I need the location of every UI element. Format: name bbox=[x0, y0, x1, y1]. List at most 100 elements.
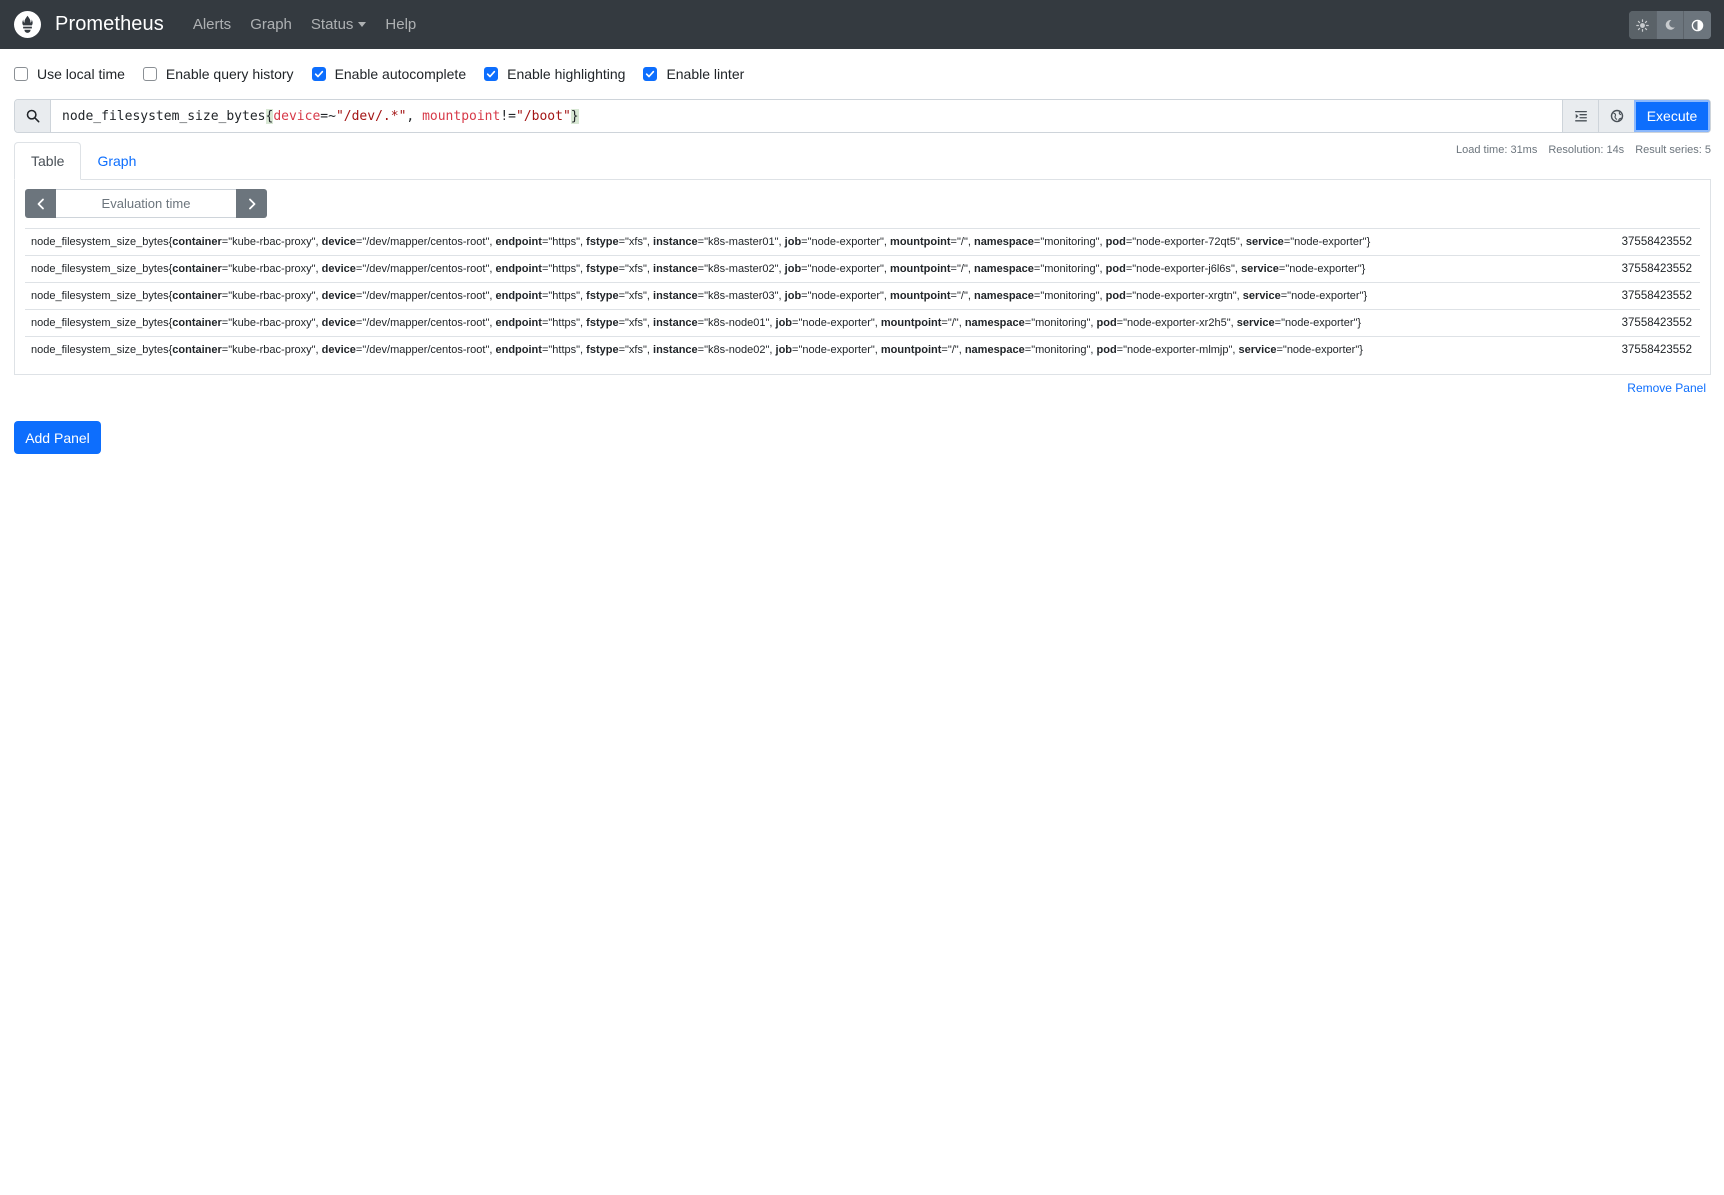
theme-auto-button[interactable] bbox=[1684, 11, 1711, 39]
theme-dark-button[interactable] bbox=[1656, 11, 1685, 39]
label-value: monitoring bbox=[1044, 290, 1096, 302]
tab-table[interactable]: Table bbox=[14, 142, 82, 180]
option-enable-query-history[interactable]: Enable query history bbox=[142, 66, 294, 82]
label-key: pod bbox=[1105, 290, 1126, 302]
series-name: node_filesystem_size_bytes{container="ku… bbox=[31, 236, 1371, 248]
label-value: https bbox=[552, 344, 577, 356]
label-key: container bbox=[172, 290, 222, 302]
option-enable-autocomplete[interactable]: Enable autocomplete bbox=[311, 66, 467, 82]
label-key: container bbox=[172, 236, 222, 248]
nav-dropdown-status[interactable]: Status bbox=[304, 0, 374, 49]
resolution: Resolution: 14s bbox=[1548, 144, 1625, 156]
enable-autocomplete-checkbox[interactable] bbox=[311, 67, 326, 81]
label-value: kube-rbac-proxy bbox=[232, 290, 312, 302]
enable-highlighting-checkbox[interactable] bbox=[484, 67, 499, 81]
label-key: mountpoint bbox=[890, 263, 951, 275]
label-key: job bbox=[784, 290, 802, 302]
label-value: /dev/mapper/centos-root bbox=[366, 263, 486, 275]
evaluation-time-group: Evaluation time bbox=[25, 189, 267, 218]
label-key: container bbox=[172, 344, 222, 356]
label-key: service bbox=[1240, 263, 1279, 275]
result-table: node_filesystem_size_bytes{container="ku… bbox=[25, 228, 1700, 363]
query-label-mountpoint: mountpoint bbox=[422, 108, 501, 124]
label-key: instance bbox=[653, 263, 698, 275]
label-value: xfs bbox=[628, 263, 643, 275]
option-enable-highlighting[interactable]: Enable highlighting bbox=[484, 66, 625, 82]
query-label-device: device bbox=[273, 108, 321, 124]
tab-graph[interactable]: Graph bbox=[81, 142, 152, 180]
label-key: fstype bbox=[586, 263, 619, 275]
table-panel: Evaluation time node_filesystem_size_byt… bbox=[14, 179, 1711, 375]
execute-button[interactable]: Execute bbox=[1634, 100, 1710, 132]
brand[interactable]: Prometheus bbox=[0, 0, 164, 49]
label-key: fstype bbox=[586, 317, 619, 329]
expression-input[interactable]: node_filesystem_size_bytes{device =~ "/dev… bbox=[51, 100, 1562, 132]
series-value: 37558423552 bbox=[1621, 236, 1692, 248]
label-value: k8s-node02 bbox=[708, 344, 766, 356]
label-value: node-exporter bbox=[811, 290, 881, 302]
label-value: k8s-master02 bbox=[708, 263, 775, 275]
series-metric: node_filesystem_size_bytes bbox=[31, 290, 169, 302]
prometheus-logo-icon bbox=[14, 11, 41, 38]
label-value: node-exporter-xr2h5 bbox=[1127, 317, 1227, 329]
table-row: node_filesystem_size_bytes{container="ku… bbox=[25, 228, 1700, 255]
search-icon bbox=[26, 109, 39, 123]
remove-panel-link[interactable]: Remove Panel bbox=[1627, 381, 1706, 395]
label-value: node-exporter bbox=[1289, 263, 1358, 275]
label-key: mountpoint bbox=[880, 344, 942, 356]
theme-light-button[interactable] bbox=[1629, 11, 1657, 39]
label-value: node-exporter-72qt5 bbox=[1136, 236, 1236, 248]
brand-name: Prometheus bbox=[55, 13, 164, 35]
label-key: device bbox=[321, 344, 356, 356]
query-value-mountpoint: "/boot" bbox=[516, 108, 571, 124]
label-key: endpoint bbox=[495, 290, 542, 302]
query-stats: Load time: 31ms Resolution: 14s Result s… bbox=[1445, 144, 1711, 156]
label-key: mountpoint bbox=[890, 290, 951, 302]
label-value: node-exporter bbox=[802, 344, 871, 356]
use-local-time-label: Use local time bbox=[37, 66, 125, 82]
nav-link-alerts[interactable]: Alerts bbox=[186, 0, 238, 49]
label-value: xfs bbox=[628, 317, 643, 329]
enable-autocomplete-label: Enable autocomplete bbox=[334, 66, 467, 82]
query-op-regex: =~ bbox=[320, 108, 336, 124]
label-value: xfs bbox=[628, 344, 643, 356]
label-key: job bbox=[784, 236, 802, 248]
table-row: node_filesystem_size_bytes{container="ku… bbox=[25, 282, 1700, 309]
eval-time-forward-button[interactable] bbox=[236, 189, 267, 218]
query-metric: node_filesystem_size_bytes bbox=[62, 108, 266, 124]
metrics-explorer-button[interactable] bbox=[1598, 100, 1634, 132]
label-key: service bbox=[1236, 317, 1275, 329]
label-key: endpoint bbox=[495, 236, 542, 248]
label-key: job bbox=[775, 344, 793, 356]
query-close-brace: } bbox=[570, 108, 579, 124]
eval-time-back-button[interactable] bbox=[25, 189, 56, 218]
add-panel-button[interactable]: Add Panel bbox=[14, 421, 101, 454]
expression-bar: node_filesystem_size_bytes{device =~ "/dev… bbox=[14, 99, 1711, 133]
query-options: Use local time Enable query history Enab… bbox=[14, 63, 762, 85]
series-name: node_filesystem_size_bytes{container="ku… bbox=[31, 344, 1363, 356]
enable-linter-checkbox[interactable] bbox=[643, 67, 658, 81]
check-icon bbox=[314, 70, 323, 78]
enable-query-history-checkbox[interactable] bbox=[142, 67, 157, 81]
label-value: node-exporter bbox=[1291, 290, 1360, 302]
option-enable-linter[interactable]: Enable linter bbox=[643, 66, 744, 82]
nav-link-graph[interactable]: Graph bbox=[243, 0, 299, 49]
label-value: https bbox=[552, 317, 577, 329]
moon-icon bbox=[1665, 20, 1675, 30]
label-value: https bbox=[552, 263, 577, 275]
check-icon bbox=[486, 70, 496, 78]
result-series: Result series: 5 bbox=[1635, 144, 1711, 156]
label-key: pod bbox=[1105, 263, 1126, 275]
series-name: node_filesystem_size_bytes{container="ku… bbox=[31, 263, 1366, 275]
option-use-local-time[interactable]: Use local time bbox=[14, 66, 125, 82]
label-value: node-exporter bbox=[1286, 344, 1356, 356]
label-key: pod bbox=[1096, 344, 1117, 356]
use-local-time-checkbox[interactable] bbox=[14, 67, 28, 81]
format-expression-button[interactable] bbox=[1562, 100, 1598, 132]
label-value: k8s-node01 bbox=[708, 317, 766, 329]
nav-link-help[interactable]: Help bbox=[378, 0, 423, 49]
evaluation-time-input[interactable]: Evaluation time bbox=[56, 189, 236, 218]
label-key: fstype bbox=[586, 236, 619, 248]
caret-down-icon bbox=[358, 22, 367, 27]
label-value: /dev/mapper/centos-root bbox=[366, 344, 486, 356]
